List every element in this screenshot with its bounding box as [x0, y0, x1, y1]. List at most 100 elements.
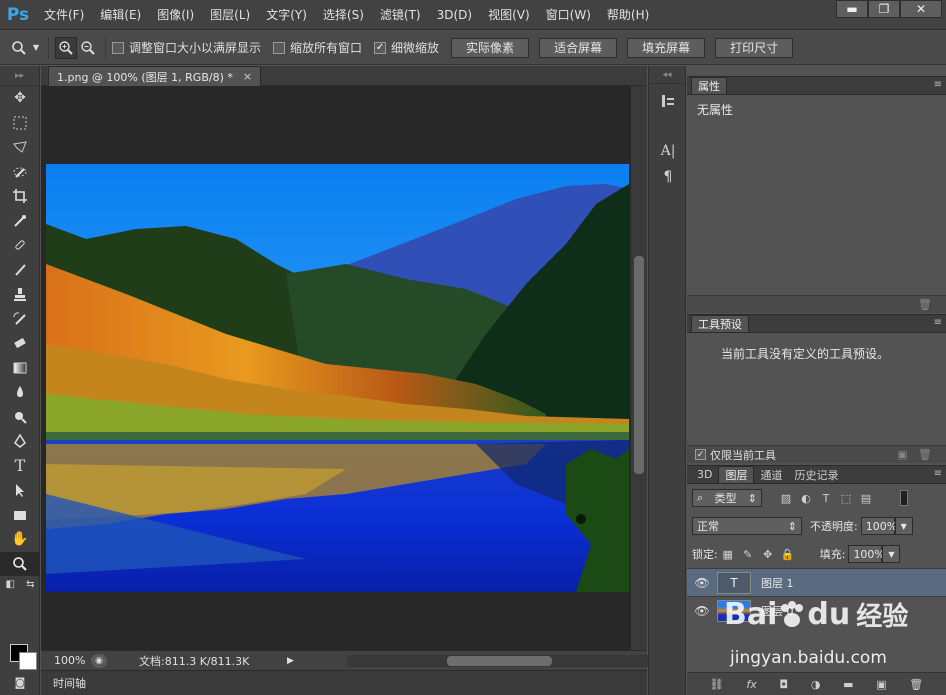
quick-mask-icon[interactable]: ◙ — [0, 672, 40, 692]
checkbox-box[interactable] — [273, 41, 286, 54]
zoom-out-icon[interactable] — [77, 37, 99, 59]
quick-select-tool-icon[interactable] — [0, 160, 40, 185]
fx-icon[interactable]: fx — [746, 678, 756, 691]
menu-select[interactable]: 选择(S) — [315, 0, 372, 30]
horizontal-scroll-thumb[interactable] — [447, 656, 552, 666]
canvas-photo[interactable] — [46, 164, 629, 592]
type-tool-icon[interactable]: T — [0, 454, 40, 479]
swap-arrow-icon[interactable]: ⇆ — [26, 579, 34, 590]
zoom-in-icon[interactable] — [55, 36, 77, 59]
current-tool-only-checkbox[interactable]: ✓ 仅限当前工具 — [695, 447, 776, 463]
filter-adjustment-icon[interactable]: ◐ — [796, 492, 816, 505]
chevron-down-icon[interactable]: ▼ — [30, 37, 42, 59]
history-brush-tool-icon[interactable] — [0, 307, 40, 332]
marquee-tool-icon[interactable] — [0, 111, 40, 136]
fill-input[interactable]: 100% — [848, 545, 885, 563]
checkbox-checked[interactable]: ✓ — [695, 449, 706, 460]
zoom-tool-preset-icon[interactable] — [8, 37, 30, 59]
new-preset-icon[interactable]: ▣ 🗑 — [897, 448, 932, 461]
fit-screen-button[interactable]: 适合屏幕 — [539, 37, 618, 58]
menu-type[interactable]: 文字(Y) — [258, 0, 315, 30]
menu-layer[interactable]: 图层(L) — [202, 0, 258, 30]
vertical-scroll-thumb[interactable] — [634, 256, 644, 474]
gradient-tool-icon[interactable] — [0, 356, 40, 381]
opacity-dropdown-button[interactable]: ▼ — [894, 517, 913, 535]
close-tab-icon[interactable]: × — [243, 70, 252, 83]
path-selection-tool-icon[interactable] — [0, 478, 40, 503]
tab-tool-presets[interactable]: 工具预设 — [691, 315, 749, 332]
status-info-icon[interactable]: ◉ — [91, 653, 107, 668]
blur-tool-icon[interactable] — [0, 380, 40, 405]
checkbox-box[interactable] — [112, 41, 124, 54]
fill-dropdown-button[interactable]: ▼ — [882, 545, 901, 563]
lock-image-icon[interactable]: ✎ — [738, 548, 758, 561]
hand-tool-icon[interactable]: ✋ — [0, 527, 40, 552]
crop-tool-icon[interactable] — [0, 184, 40, 209]
scrubby-zoom-checkbox[interactable]: ✓ 细微缩放 — [374, 39, 439, 56]
group-icon[interactable]: ▬ — [843, 678, 853, 691]
panel-menu-icon[interactable]: ≡ — [934, 317, 942, 328]
print-size-button[interactable]: 打印尺寸 — [715, 37, 794, 58]
fill-screen-button[interactable]: 填充屏幕 — [627, 37, 706, 58]
filter-shape-icon[interactable]: ⬚ — [836, 492, 856, 505]
dodge-tool-icon[interactable] — [0, 405, 40, 430]
status-menu-arrow-icon[interactable]: ▶ — [287, 656, 294, 666]
eraser-tool-icon[interactable] — [0, 331, 40, 356]
brush-tool-icon[interactable] — [0, 258, 40, 283]
healing-brush-tool-icon[interactable] — [0, 233, 40, 258]
panel-menu-icon[interactable]: ≡ — [934, 79, 942, 90]
zoom-tool-icon[interactable] — [0, 551, 40, 576]
layer-name[interactable]: 图层 1 — [761, 575, 794, 591]
filter-type-icon[interactable]: T — [816, 492, 836, 505]
lasso-tool-icon[interactable] — [0, 135, 40, 160]
menu-3d[interactable]: 3D(D) — [429, 0, 480, 30]
lock-position-icon[interactable]: ✥ — [758, 548, 778, 561]
eyedropper-tool-icon[interactable] — [0, 209, 40, 234]
visibility-eye-icon[interactable]: 👁 — [687, 576, 717, 590]
panel-menu-icon[interactable]: ≡ — [934, 468, 942, 479]
timeline-panel-tab[interactable]: 时间轴 — [41, 670, 647, 695]
close-button[interactable]: ✕ — [900, 0, 942, 18]
document-tab[interactable]: 1.png @ 100% (图层 1, RGB/8) * × — [48, 66, 262, 86]
menu-file[interactable]: 文件(F) — [36, 0, 92, 30]
menu-image[interactable]: 图像(I) — [149, 0, 202, 30]
tab-history[interactable]: 历史记录 — [788, 466, 844, 483]
tab-channels[interactable]: 通道 — [754, 466, 788, 483]
trash-icon[interactable]: 🗑 — [918, 298, 932, 311]
swap-colors-icon[interactable]: ◧ ⇆ — [0, 576, 40, 592]
filter-pixel-icon[interactable]: ▨ — [776, 492, 796, 505]
pen-tool-icon[interactable] — [0, 429, 40, 454]
panel-grip[interactable]: ◂◂ — [649, 66, 685, 84]
link-icon[interactable]: ⛓ — [710, 678, 724, 691]
properties-panel-icon[interactable] — [649, 88, 687, 114]
clone-stamp-tool-icon[interactable] — [0, 282, 40, 307]
checkbox-checked[interactable]: ✓ — [374, 41, 387, 54]
lock-all-icon[interactable]: 🔒 — [778, 548, 798, 561]
new-layer-icon[interactable]: ▣ — [876, 678, 886, 691]
opacity-input[interactable]: 100% — [860, 517, 897, 535]
actual-pixels-button[interactable]: 实际像素 — [451, 37, 530, 58]
tab-layers[interactable]: 图层 — [718, 466, 755, 483]
filter-toggle-switch[interactable] — [900, 490, 908, 506]
filter-smart-object-icon[interactable]: ▤ — [856, 492, 876, 505]
lock-transparent-icon[interactable]: ▦ — [718, 548, 738, 561]
menu-view[interactable]: 视图(V) — [480, 0, 538, 30]
move-tool-icon[interactable]: ✥ — [0, 86, 40, 111]
paragraph-panel-icon[interactable]: ¶ — [649, 164, 687, 190]
menu-window[interactable]: 窗口(W) — [538, 0, 599, 30]
resize-windows-checkbox[interactable]: 调整窗口大小以满屏显示 — [112, 39, 261, 56]
menu-filter[interactable]: 滤镜(T) — [372, 0, 429, 30]
layer-filter-dropdown[interactable]: ⌕ 类型 ⇕ — [692, 489, 762, 507]
trash-icon[interactable]: 🗑 — [909, 678, 923, 691]
tab-3d[interactable]: 3D — [691, 466, 718, 483]
mask-icon[interactable]: ◘ — [779, 678, 788, 691]
layer-row-layer1[interactable]: 👁 T 图层 1 — [687, 568, 946, 596]
menu-help[interactable]: 帮助(H) — [599, 0, 657, 30]
vertical-scrollbar[interactable] — [631, 86, 647, 650]
blend-mode-dropdown[interactable]: 正常 ⇕ — [692, 517, 802, 535]
zoom-all-windows-checkbox[interactable]: 缩放所有窗口 — [273, 39, 362, 56]
zoom-level[interactable]: 100% — [41, 654, 91, 667]
horizontal-scrollbar[interactable] — [347, 655, 662, 667]
tab-properties[interactable]: 属性 — [691, 77, 727, 94]
background-color-swatch[interactable] — [19, 652, 37, 670]
